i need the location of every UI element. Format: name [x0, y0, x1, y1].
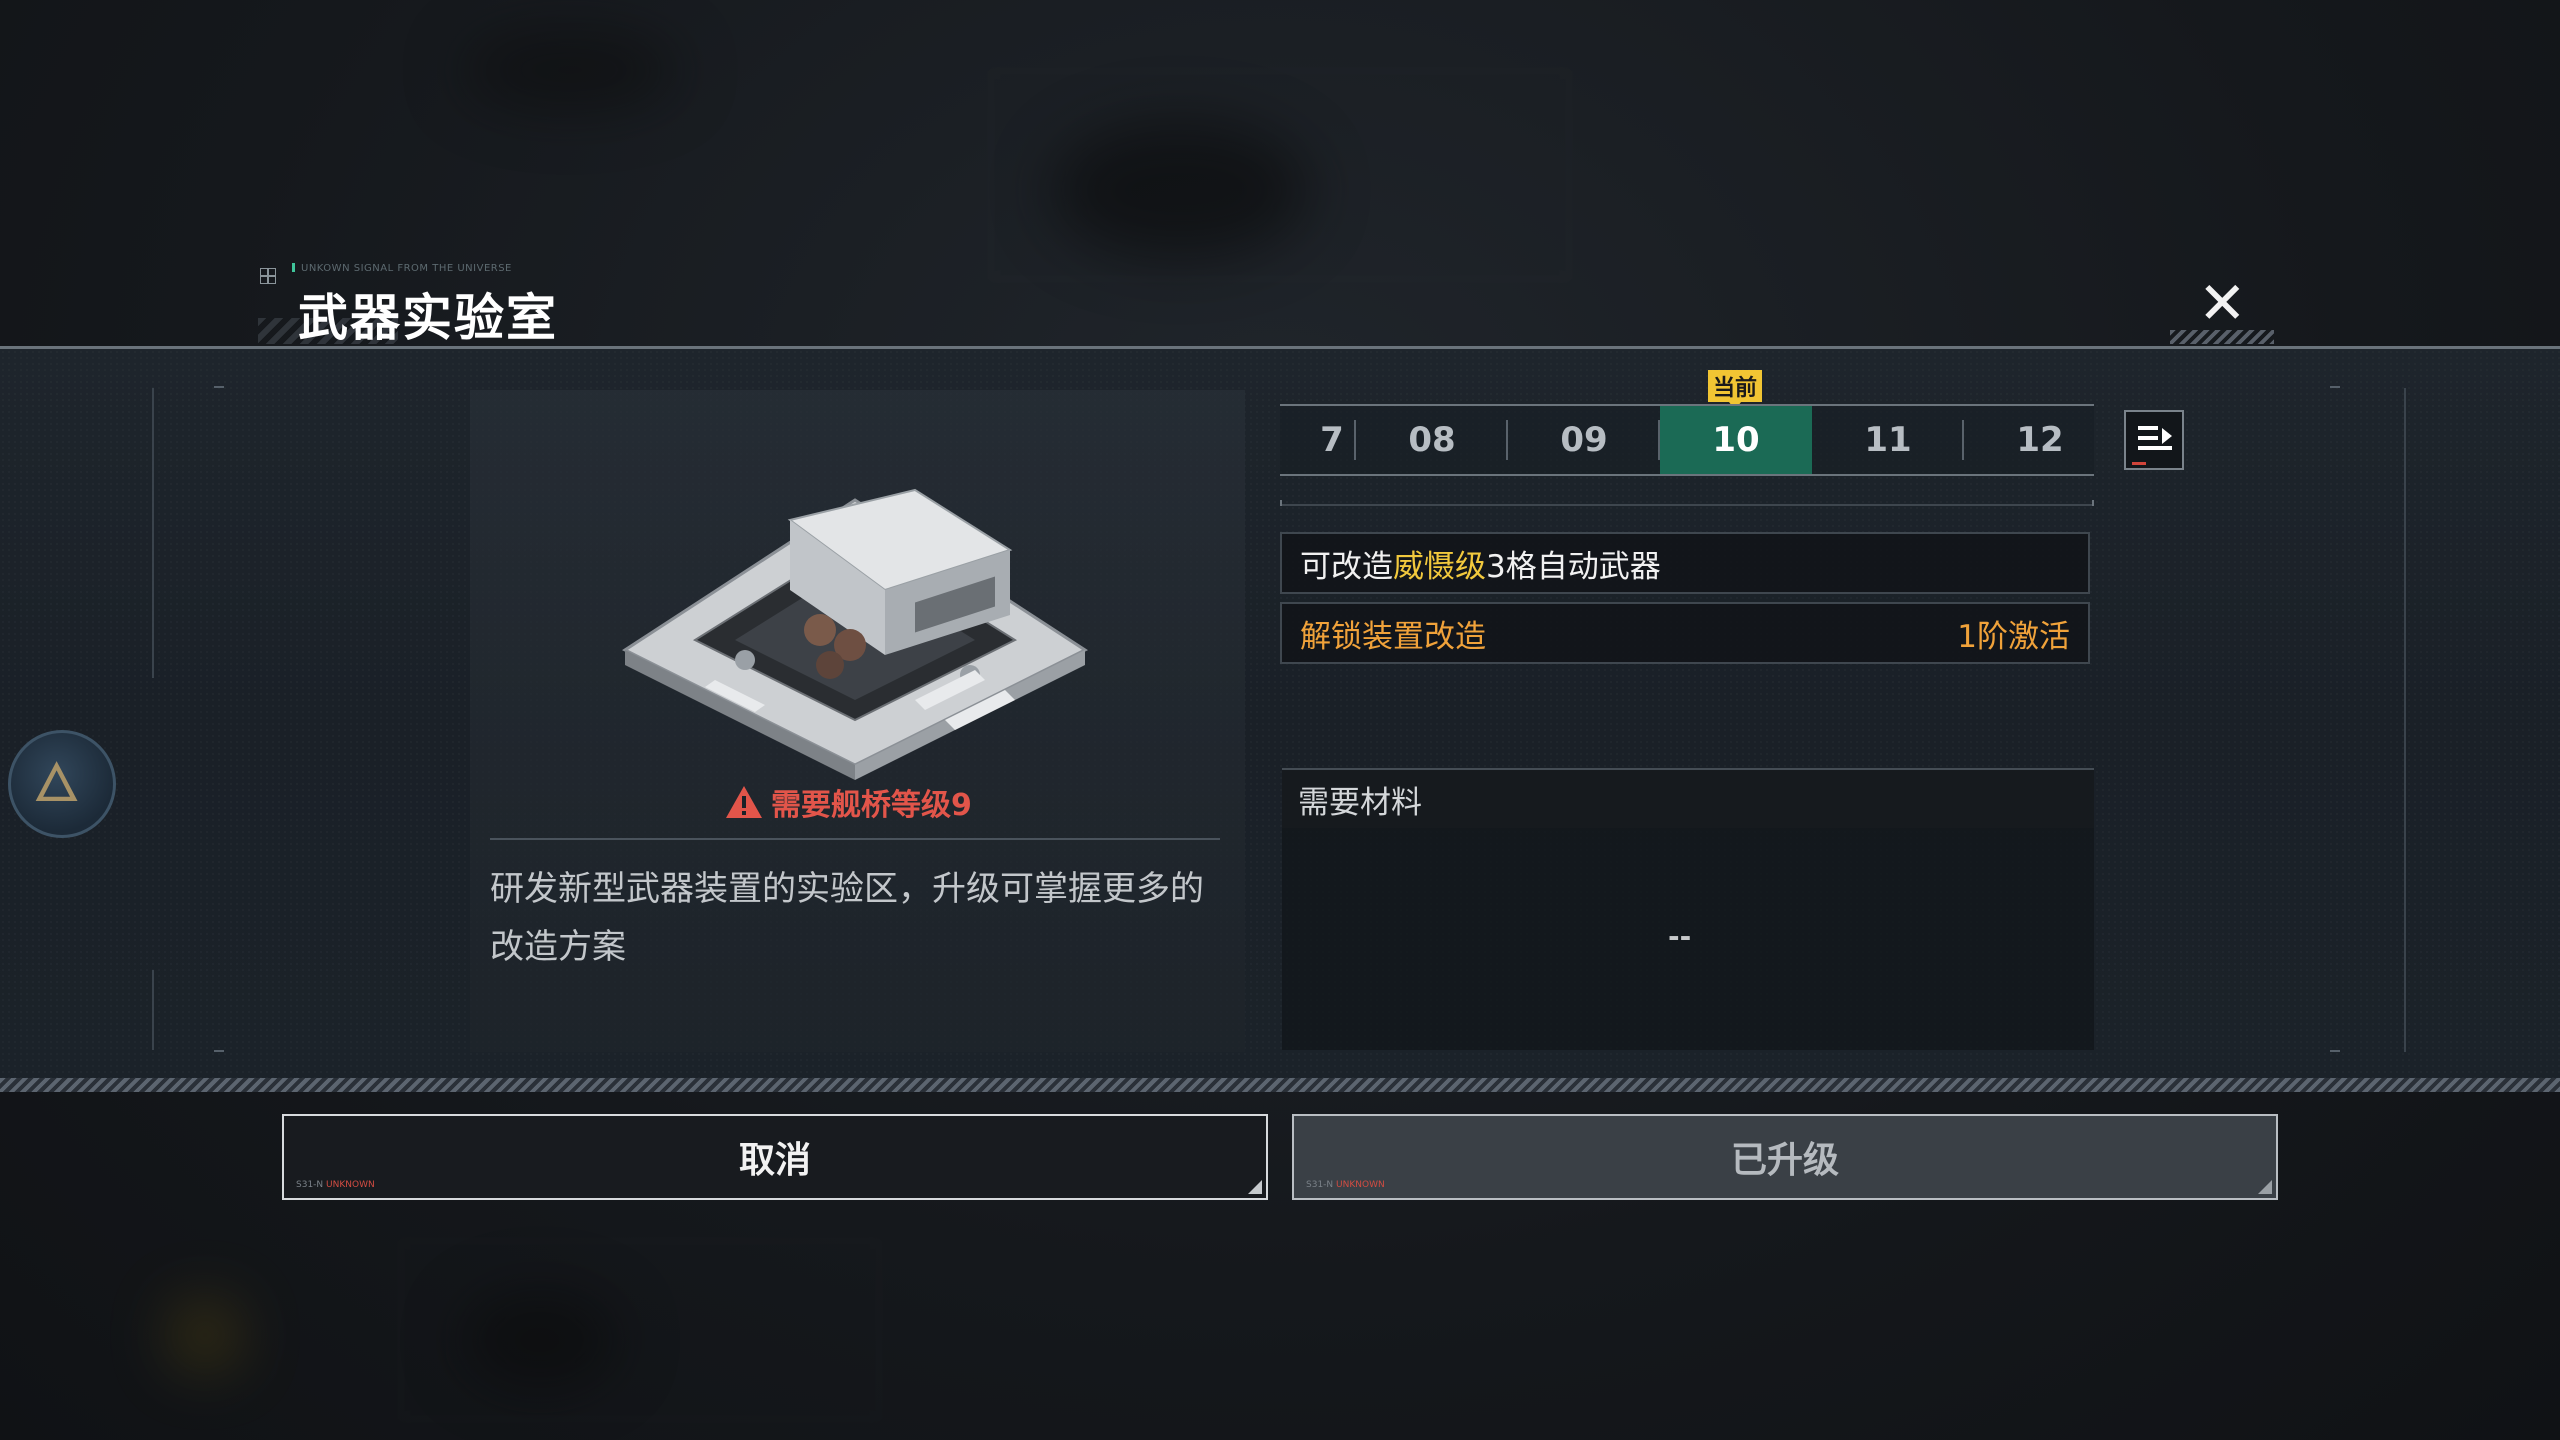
- corner-notch: [1248, 1180, 1262, 1194]
- level-tab[interactable]: 09: [1508, 406, 1660, 474]
- level-tab-label: 10: [1712, 420, 1760, 460]
- cancel-button[interactable]: 取消 S31-N UNKNOWN: [282, 1114, 1268, 1200]
- right-frame-line: [2404, 388, 2406, 1052]
- frame-dash: [2330, 1050, 2340, 1052]
- requirement-text: 需要舰桥等级9: [771, 788, 972, 823]
- button-tag-code: S31-N: [1306, 1180, 1334, 1190]
- feature-suffix: 3格自动武器: [1486, 548, 1661, 585]
- close-x-icon: ✕: [2198, 269, 2247, 337]
- level-tab-label: 09: [1560, 420, 1608, 460]
- materials-panel: 需要材料 --: [1282, 768, 2094, 1050]
- feature-row-unlock: 解锁装置改造 1阶激活: [1280, 602, 2090, 664]
- panel-bottom-stripe: [0, 1078, 2560, 1092]
- play-icon: [2162, 428, 2172, 444]
- button-tag: S31-N UNKNOWN: [1306, 1180, 1385, 1190]
- current-level-badge: 当前: [1708, 370, 1762, 410]
- phoenix-emblem-icon: 🜂: [33, 751, 81, 814]
- frame-dash: [2330, 386, 2340, 388]
- level-tab[interactable]: 08: [1356, 406, 1508, 474]
- level-tab-label: 11: [1864, 420, 1912, 460]
- button-tag-code: S31-N: [296, 1180, 324, 1190]
- level-list-button[interactable]: [2124, 410, 2184, 470]
- button-tag-sub: UNKNOWN: [1336, 1180, 1385, 1190]
- button-tag: S31-N UNKNOWN: [296, 1180, 375, 1190]
- list-icon: [2138, 426, 2158, 430]
- level-tab-label: 08: [1408, 420, 1456, 460]
- left-frame-line: [152, 388, 154, 678]
- feature-unlock-value: 1阶激活: [1957, 618, 2070, 655]
- background-blur: [460, 30, 680, 110]
- feature-highlight: 威慑级: [1393, 548, 1486, 585]
- faction-avatar-button[interactable]: 🜂: [8, 730, 116, 838]
- left-frame-line: [152, 970, 154, 1050]
- materials-empty: --: [1668, 920, 1692, 953]
- level-tab[interactable]: 7: [1280, 406, 1356, 474]
- upgraded-button[interactable]: 已升级 S31-N UNKNOWN: [1292, 1114, 2278, 1200]
- close-stripes: [2170, 330, 2274, 344]
- corner-notch: [2258, 1180, 2272, 1194]
- header-signal-text: UNKOWN SIGNAL FROM THE UNIVERSE: [292, 263, 512, 274]
- feature-row-weapon: 可改造 威慑级 3格自动武器: [1280, 532, 2090, 594]
- level-bar-underline: [1280, 500, 2094, 506]
- frame-dash: [214, 1050, 224, 1052]
- background-blur: [460, 1290, 620, 1390]
- background-blur: [990, 70, 1570, 280]
- upgraded-button-label: 已升级: [1730, 1140, 1839, 1181]
- level-tab[interactable]: 12: [1964, 406, 2094, 474]
- crosshair-icon: [260, 268, 276, 284]
- level-tab-current[interactable]: 10: [1660, 406, 1812, 474]
- warning-icon: [726, 786, 762, 818]
- module-description: 研发新型武器装置的实验区，升级可掌握更多的改造方案: [490, 869, 1204, 967]
- background-blur: [170, 1300, 240, 1370]
- indicator-mark: [2132, 462, 2146, 465]
- level-tab-label: 7: [1320, 420, 1344, 460]
- button-tag-sub: UNKNOWN: [326, 1180, 375, 1190]
- page-title: 武器实验室: [298, 289, 558, 347]
- level-tab-label: 12: [2016, 420, 2064, 460]
- weapon-lab-module-image: [621, 488, 1089, 780]
- divider: [490, 838, 1220, 840]
- level-tab-bar[interactable]: 7 08 09 10 11 12: [1280, 404, 2094, 476]
- materials-header: 需要材料: [1282, 770, 2094, 828]
- list-icon: [2138, 436, 2158, 440]
- feature-prefix: 可改造: [1300, 548, 1393, 585]
- close-button[interactable]: ✕: [2192, 270, 2258, 336]
- requirement-warning: 需要舰桥等级9: [725, 780, 972, 824]
- level-tab[interactable]: 11: [1812, 406, 1964, 474]
- feature-unlock-label: 解锁装置改造: [1300, 618, 1486, 655]
- frame-dash: [214, 386, 224, 388]
- list-icon: [2138, 446, 2172, 450]
- cancel-button-label: 取消: [738, 1140, 811, 1181]
- weapon-lab-dialog: UNKOWN SIGNAL FROM THE UNIVERSE 武器实验室 ✕ …: [0, 0, 2560, 1440]
